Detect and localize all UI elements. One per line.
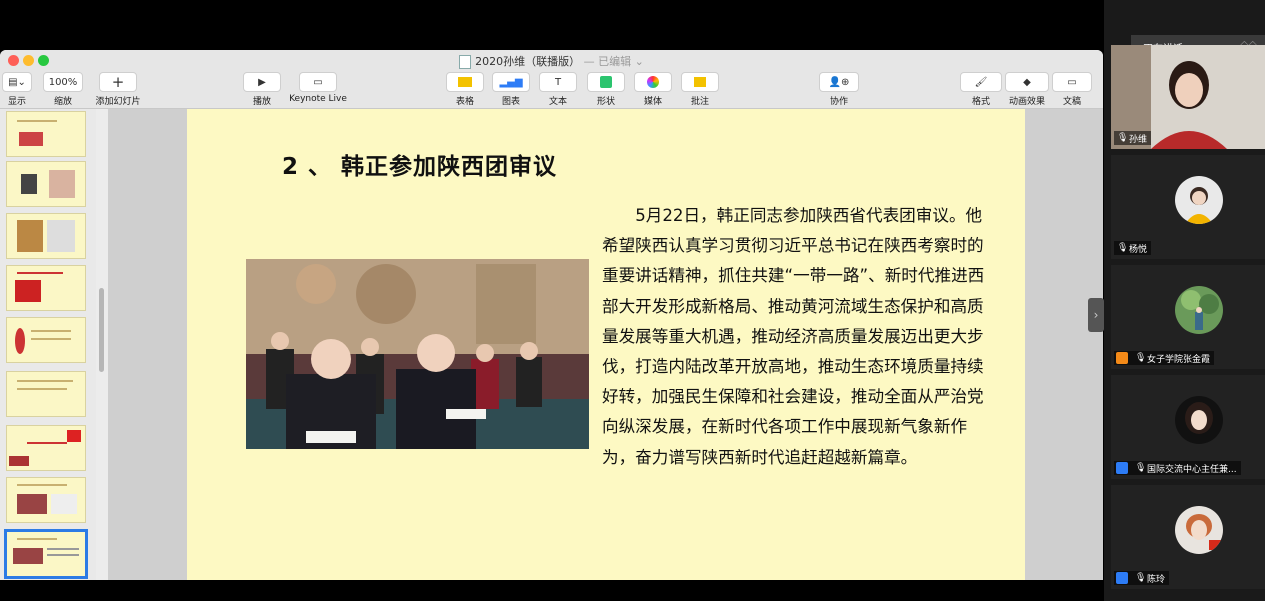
animate-label: 动画效果 [1008,97,1045,107]
navigator-scrollbar[interactable] [99,288,104,372]
participant-tile[interactable]: 🎙 陈玲 [1111,485,1265,589]
play-button[interactable]: ▶ 播放 [243,72,281,107]
slide-thumbnail[interactable] [6,265,86,311]
chevron-down-icon[interactable]: ⌄ [635,55,644,68]
media-icon [634,72,672,92]
slide-body-text[interactable]: 5月22日，韩正同志参加陕西省代表团审议。他希望陕西认真学习贯彻习近平总书记在陕… [602,201,997,473]
media-label: 媒体 [643,97,662,107]
avatar [1175,176,1223,224]
microphone-muted-icon: 🎙 [1117,243,1129,253]
zoom-button[interactable]: 100% 缩放 [43,72,83,107]
slide-thumbnail[interactable] [6,161,86,207]
sidebar-icon: ▤⌄ [2,72,32,92]
participant-name: 杨悦 [1129,244,1148,255]
slide-thumbnail[interactable] [6,213,86,259]
chart-button[interactable]: ▂▄▆ 图表 [492,72,530,107]
table-icon [446,72,484,92]
avatar [1175,286,1223,334]
participant-name: 孙维 [1129,134,1148,145]
document-label: 文稿 [1062,97,1081,107]
slide-thumbnail[interactable] [6,425,86,471]
participant-tile[interactable]: 🎙 女子学院张金霞 [1111,265,1265,369]
collaborate-icon: 👤⊕ [819,72,859,92]
avatar [1175,396,1223,444]
participant-nametag: 🎙 杨悦 [1114,241,1152,255]
participant-tile[interactable]: 🎙 孙维 [1111,45,1265,149]
participant-nametag: 🎙 孙维 [1114,131,1152,145]
chart-label: 图表 [501,97,520,107]
format-label: 格式 [971,97,990,107]
collapse-panel-button[interactable]: › [1088,298,1104,332]
participant-name: 国际交流中心主任兼... [1147,464,1237,475]
collaborate-button[interactable]: 👤⊕ 协作 [819,72,859,107]
keynote-live-button[interactable]: ▭ Keynote Live [286,72,350,104]
microphone-muted-icon: 🎙 [1135,573,1147,583]
collaborate-label: 协作 [829,97,848,107]
meeting-photo [246,259,589,449]
slide-thumbnail[interactable] [6,371,86,417]
participant-nametag: 🎙 国际交流中心主任兼... [1114,461,1241,475]
slide-thumbnail[interactable] [6,111,86,157]
slide-thumbnail[interactable] [6,317,86,363]
text-button[interactable]: T 文本 [539,72,577,107]
chart-icon: ▂▄▆ [492,72,530,92]
format-button[interactable]: 🖌 格式 [960,72,1002,107]
comment-icon [681,72,719,92]
microphone-muted-icon: 🎙 [1135,463,1147,473]
slide-thumbnail[interactable] [6,477,86,523]
slide-navigator [0,109,96,580]
shape-button[interactable]: 形状 [587,72,625,107]
edit-status: — 已编辑 [583,55,632,68]
text-label: 文本 [548,97,567,107]
shape-label: 形状 [596,97,615,107]
current-slide[interactable]: 2 、 韩正参加陕西团审议 5月22日，韩正同志参加陕西省代表团审议。他希望陕西… [187,109,1025,580]
toolbar: ▤⌄ 显示 100% 缩放 + 添加幻灯片 ▶ 播放 ▭ Keynote Liv… [0,70,1103,109]
participant-nametag: 🎙 女子学院张金霞 [1114,351,1215,365]
add-slide-button[interactable]: + 添加幻灯片 [92,72,144,107]
user-icon [1116,462,1128,474]
plus-icon: + [99,72,137,92]
animate-icon: ◆ [1005,72,1049,92]
comment-label: 批注 [690,97,709,107]
participant-nametag: 🎙 陈玲 [1114,571,1170,585]
avatar [1175,506,1223,554]
title-bar: 2020孙维（联播版） — 已编辑 ⌄ [0,50,1103,70]
view-button[interactable]: ▤⌄ 显示 [2,72,32,107]
shape-icon [587,72,625,92]
participant-name: 女子学院张金霞 [1147,354,1211,365]
table-button[interactable]: 表格 [446,72,484,107]
window-title: 2020孙维（联播版） — 已编辑 ⌄ [0,53,1103,69]
zoom-value: 100% [43,72,83,92]
slide-photo[interactable] [246,259,589,449]
slide-title[interactable]: 2 、 韩正参加陕西团审议 [282,147,557,181]
play-label: 播放 [252,97,271,107]
participant-name: 陈玲 [1147,574,1166,585]
slide-thumbnail-selected[interactable] [4,529,88,579]
zoom-label: 缩放 [53,97,72,107]
document-icon [459,55,472,69]
document-button[interactable]: ▭ 文稿 [1052,72,1092,107]
keynote-live-label: Keynote Live [289,94,347,104]
comment-button[interactable]: 批注 [681,72,719,107]
participant-tile[interactable]: 🎙 国际交流中心主任兼... [1111,375,1265,479]
media-button[interactable]: 媒体 [634,72,672,107]
table-label: 表格 [455,97,474,107]
microphone-muted-icon: 🎙 [1135,353,1147,363]
user-icon [1116,352,1128,364]
view-label: 显示 [7,97,26,107]
text-icon: T [539,72,577,92]
participant-tile[interactable]: 🎙 杨悦 [1111,155,1265,259]
paintbrush-icon: 🖌 [960,72,1002,92]
animate-button[interactable]: ◆ 动画效果 [1003,72,1051,107]
user-icon [1116,572,1128,584]
play-icon: ▶ [243,72,281,92]
keynote-live-icon: ▭ [299,72,337,92]
add-slide-label: 添加幻灯片 [95,97,141,107]
document-name: 2020孙维（联播版） [475,55,581,68]
microphone-icon: 🎙 [1117,133,1129,143]
document-panel-icon: ▭ [1052,72,1092,92]
